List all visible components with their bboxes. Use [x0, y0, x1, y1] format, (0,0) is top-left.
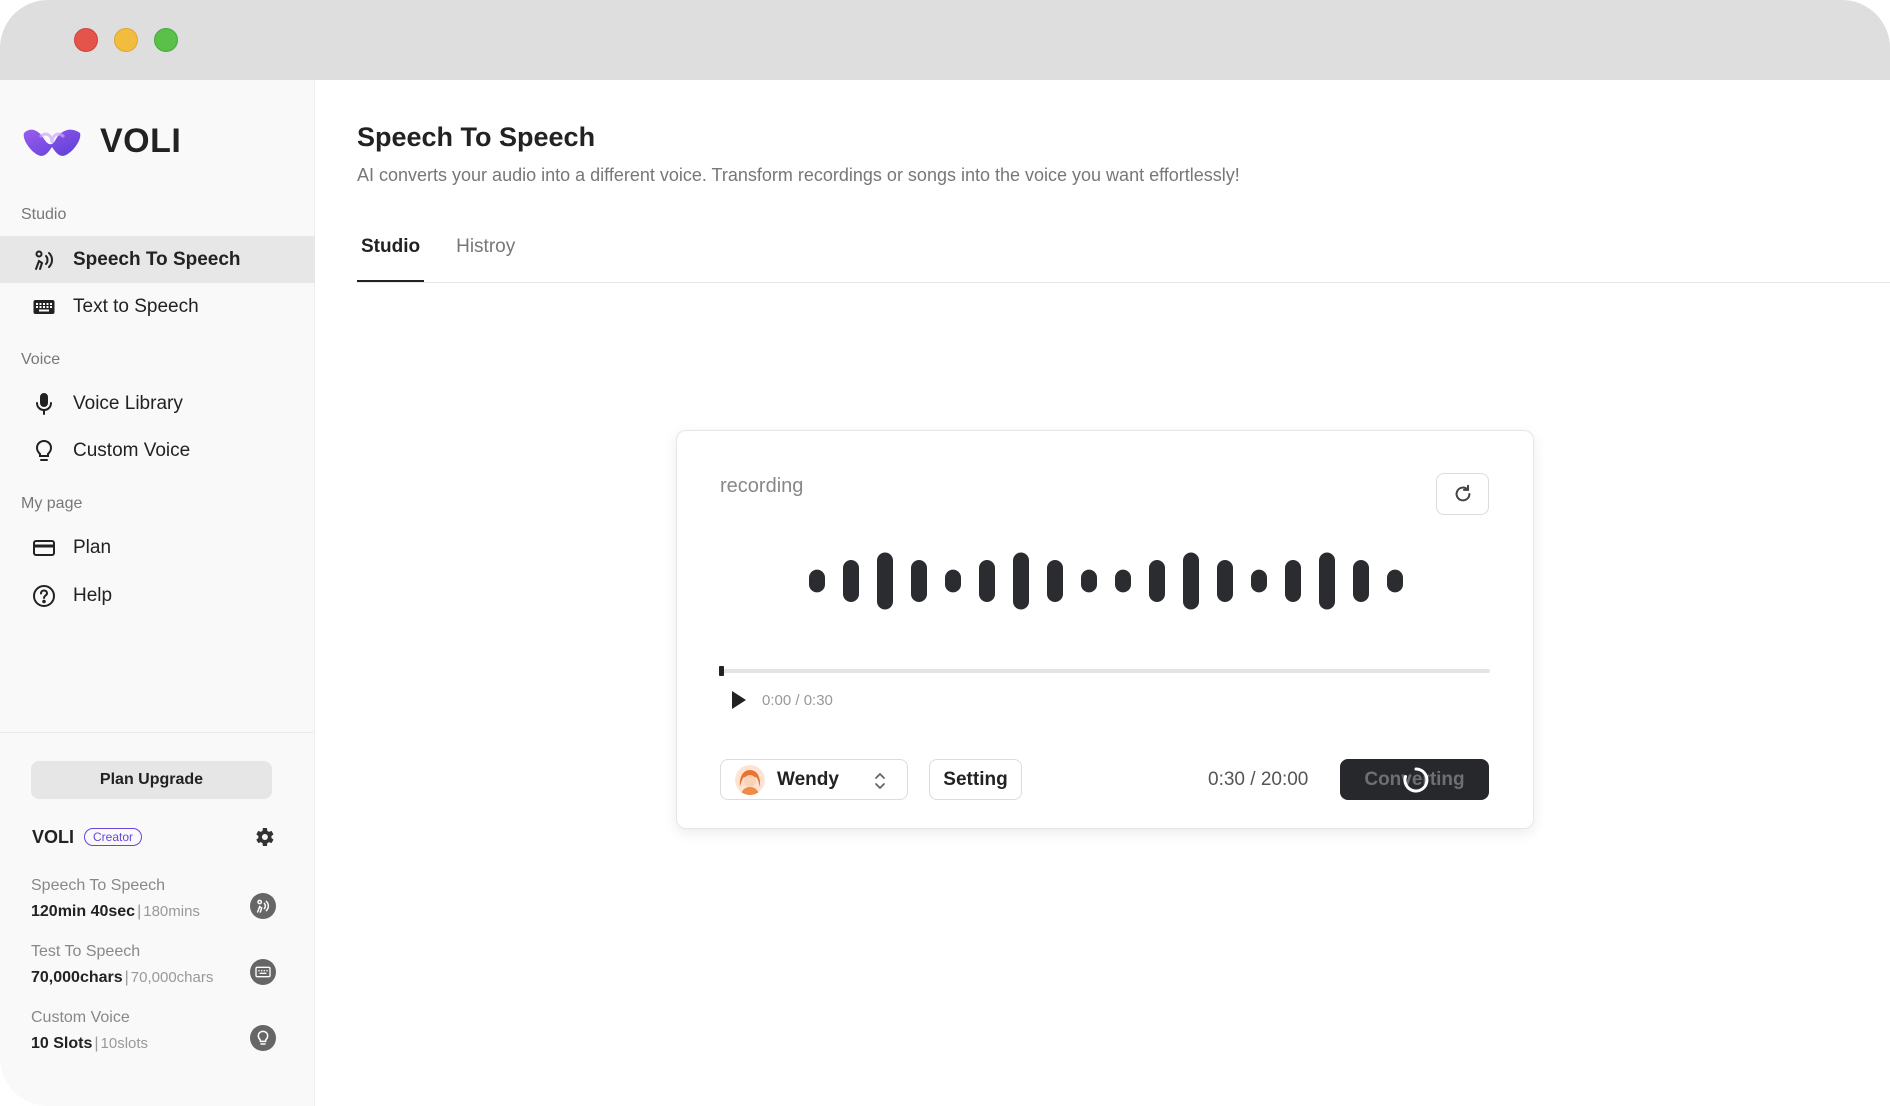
usage-label: Speech To Speech [31, 877, 166, 894]
app-logo[interactable]: VOLI [22, 122, 181, 161]
waveform-bar [1047, 560, 1063, 602]
sidebar-item-label: Voice Library [73, 392, 183, 414]
duration-usage: 0:30 / 20:00 [1208, 769, 1309, 790]
voice-selector[interactable]: Wendy [720, 759, 908, 800]
window-titlebar [0, 0, 1890, 80]
playback-time: 0:00 / 0:30 [762, 692, 833, 709]
sidebar-item-label: Speech To Speech [73, 248, 241, 270]
usage-speech-to-speech: Speech To Speech 120min 40sec | 180mins [31, 877, 276, 927]
speech-to-speech-icon [32, 248, 56, 272]
loading-spinner-icon [1403, 767, 1429, 793]
refresh-button[interactable] [1436, 473, 1489, 515]
usage-label: Custom Voice [31, 1009, 130, 1026]
credit-card-icon [32, 536, 56, 560]
play-button[interactable] [728, 689, 748, 711]
tab-bar: Studio Histroy [357, 236, 547, 283]
usage-value: 120min 40sec | 180mins [31, 903, 200, 920]
waveform-bar [979, 560, 995, 602]
waveform-bar [1387, 569, 1403, 593]
waveform-bar [1285, 560, 1301, 602]
tab-studio[interactable]: Studio [357, 236, 425, 283]
account-row: VOLI Creator [32, 823, 276, 851]
section-label-my-page: My page [21, 495, 83, 512]
waveform-bar [1251, 569, 1267, 593]
selected-voice-name: Wendy [777, 768, 839, 790]
account-name: VOLI [32, 826, 75, 847]
sidebar-item-label: Help [73, 584, 113, 606]
usage-custom-voice: Custom Voice 10 Slots | 10slots [31, 1009, 276, 1059]
lightbulb-icon [250, 1025, 276, 1051]
chevron-up-down-icon [873, 771, 887, 791]
usage-total: 10slots [100, 1035, 149, 1052]
usage-used: 70,000chars [31, 969, 123, 986]
recording-label: recording [720, 475, 804, 497]
help-circle-icon [32, 584, 56, 608]
sidebar-item-custom-voice[interactable]: Custom Voice [0, 427, 315, 474]
recording-card: recording 0:00 / 0:30 Wendy Setting 0:30… [676, 430, 1534, 829]
waveform-bar [1217, 560, 1233, 602]
maximize-window-button[interactable] [154, 28, 178, 52]
waveform-bar [877, 552, 893, 610]
waveform-bar [1319, 552, 1335, 610]
setting-button[interactable]: Setting [929, 759, 1022, 800]
sidebar-item-plan[interactable]: Plan [0, 524, 315, 571]
sidebar-item-help[interactable]: Help [0, 572, 315, 619]
sidebar-item-label: Plan [73, 536, 112, 558]
sidebar-item-label: Custom Voice [73, 439, 191, 461]
waveform-bar [911, 560, 927, 602]
tab-history[interactable]: Histroy [452, 236, 519, 283]
tabs-divider [357, 282, 1890, 283]
section-label-studio: Studio [21, 206, 67, 223]
close-window-button[interactable] [74, 28, 98, 52]
usage-text-to-speech: Test To Speech 70,000chars | 70,000chars [31, 943, 276, 993]
minimize-window-button[interactable] [114, 28, 138, 52]
speech-to-speech-icon [250, 893, 276, 919]
keyboard-icon [32, 295, 56, 319]
app-window: VOLI Studio Speech To Speech Text to Spe… [0, 0, 1890, 1106]
usage-value: 10 Slots | 10slots [31, 1035, 149, 1052]
page-title: Speech To Speech [357, 122, 596, 152]
plan-badge: Creator [84, 828, 143, 846]
usage-total: 70,000chars [130, 969, 214, 986]
play-icon [732, 691, 746, 709]
waveform-bar [945, 569, 961, 593]
waveform-bar [1183, 552, 1199, 610]
lightbulb-icon [32, 439, 56, 463]
refresh-icon [1455, 484, 1470, 502]
playback-progress-handle[interactable] [719, 666, 724, 676]
usage-used: 120min 40sec [31, 903, 136, 920]
sidebar-item-label: Text to Speech [73, 295, 199, 317]
plan-upgrade-button[interactable]: Plan Upgrade [31, 761, 272, 799]
convert-button[interactable]: Converting [1340, 759, 1489, 800]
waveform-bar [843, 560, 859, 602]
sidebar-item-voice-library[interactable]: Voice Library [0, 380, 315, 427]
usage-value: 70,000chars | 70,000chars [31, 969, 214, 986]
waveform-bar [1353, 560, 1369, 602]
main-content: Speech To Speech AI converts your audio … [316, 80, 1890, 1106]
gear-icon[interactable] [252, 825, 276, 849]
usage-used: 10 Slots [31, 1035, 93, 1052]
app-name: VOLI [100, 122, 182, 160]
microphone-icon [32, 392, 56, 416]
waveform-bar [1149, 560, 1165, 602]
waveform-bar [809, 569, 825, 593]
sidebar: VOLI Studio Speech To Speech Text to Spe… [0, 80, 315, 1106]
waveform-bar [1115, 569, 1131, 593]
usage-label: Test To Speech [31, 943, 141, 960]
voli-logo-icon [23, 129, 81, 156]
sidebar-item-speech-to-speech[interactable]: Speech To Speech [0, 236, 315, 283]
keyboard-icon [250, 959, 276, 985]
sidebar-divider [0, 732, 315, 733]
usage-total: 180mins [143, 903, 200, 920]
sidebar-item-text-to-speech[interactable]: Text to Speech [0, 283, 315, 330]
playback-progress-bar[interactable] [719, 666, 1490, 676]
page-subtitle: AI converts your audio into a different … [357, 165, 1240, 185]
audio-waveform [809, 552, 1403, 610]
waveform-bar [1081, 569, 1097, 593]
section-label-voice: Voice [21, 351, 61, 368]
voice-avatar [735, 764, 765, 795]
waveform-bar [1013, 552, 1029, 610]
